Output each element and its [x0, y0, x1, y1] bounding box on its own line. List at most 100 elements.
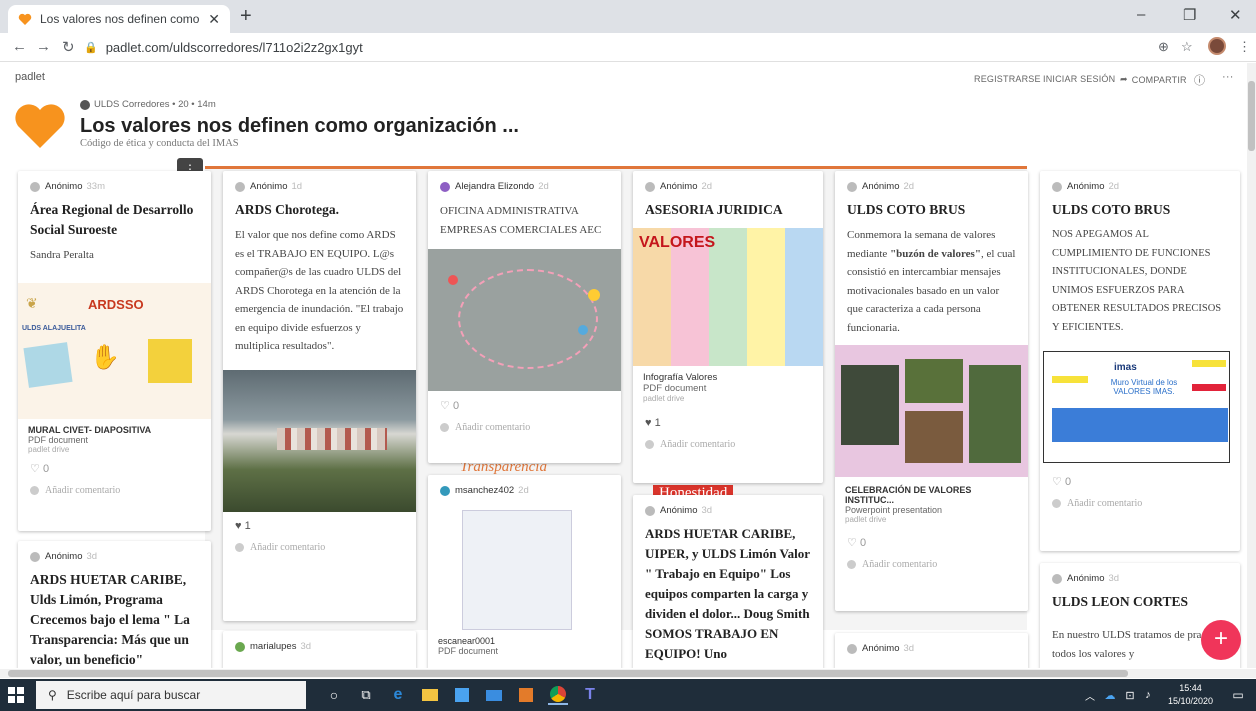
post-card-aec[interactable]: Alejandra Elizondo 2d OFICINA ADMINISTRAT…	[428, 171, 621, 463]
post-body: El valor que nos define como ARDS es el …	[235, 229, 404, 352]
like-count: 1	[654, 417, 661, 429]
commenter-avatar	[30, 485, 39, 495]
media-icon[interactable]	[516, 685, 536, 705]
post-card-anon[interactable]: Anónimo 3d	[835, 633, 1028, 668]
register-link[interactable]: REGISTRARSE	[974, 74, 1041, 84]
author-name: msanchez402	[455, 485, 515, 496]
minimize-button[interactable]: –	[1137, 6, 1145, 23]
post-card-chorotega[interactable]: Anónimo 1d ARDS Chorotega. El valor que n…	[223, 171, 416, 621]
add-comment[interactable]: Añadir comentario	[1040, 488, 1240, 519]
notifications-icon[interactable]: ▭	[1228, 685, 1248, 705]
login-link[interactable]: INICIAR SESIÓN	[1043, 74, 1115, 84]
post-card-asesoria-juridica[interactable]: Anónimo 2d ASESORIA JURIDICA VALORES Info…	[633, 171, 823, 483]
onedrive-icon[interactable]: ☁	[1100, 685, 1120, 705]
horizontal-scroll-thumb[interactable]	[8, 670, 1128, 677]
author-avatar	[1052, 573, 1062, 584]
like-count: 0	[1064, 476, 1072, 488]
post-attachment[interactable]: escanear0001 PDF document	[428, 630, 621, 656]
post-image-infographic[interactable]: VALORES	[633, 228, 823, 366]
like-button[interactable]: ♡ 0	[1040, 463, 1240, 488]
teams-icon[interactable]: T	[580, 685, 600, 705]
post-card-coto-brus-funciones[interactable]: Anónimo 2d ULDS COTO BRUS NOS APEGAMOS AL…	[1040, 171, 1240, 551]
windows-start-icon[interactable]	[8, 687, 24, 703]
bookmark-star-icon[interactable]: ☆	[1181, 39, 1193, 55]
cortana-icon[interactable]: ○	[324, 685, 344, 705]
media-tile-shape	[519, 688, 533, 702]
post-attachment[interactable]: CELEBRACIÓN DE VALORES INSTITUC... Powerp…	[835, 477, 1028, 524]
add-comment[interactable]: Añadir comentario	[633, 429, 823, 460]
author-name: Alejandra Elizondo	[455, 181, 535, 192]
post-card-huetar-uiper[interactable]: Anónimo 3d ARDS HUETAR CARIBE, UIPER, y U…	[633, 495, 823, 668]
share-button[interactable]: ➦ COMPARTIR	[1120, 74, 1187, 85]
post-image[interactable]: ❦ ARDSSO ULDS ALAJUELITA ✋	[18, 282, 211, 419]
post-image-collage[interactable]	[835, 345, 1028, 477]
padlet-logo[interactable]: padlet	[15, 71, 45, 83]
maximize-button[interactable]: ❐	[1183, 6, 1196, 24]
lock-icon: 🔒	[84, 41, 98, 54]
post-time: 2d	[1108, 181, 1120, 192]
add-comment[interactable]: Añadir comentario	[835, 549, 1028, 580]
add-comment[interactable]: Añadir comentario	[428, 412, 621, 443]
author-name: Anónimo	[250, 181, 288, 192]
post-attachment[interactable]: Infografía Valores PDF document padlet dri…	[633, 366, 823, 403]
post-time: 3d	[86, 551, 98, 562]
install-icon[interactable]: ⊕	[1158, 39, 1169, 55]
collage-photo-shape	[905, 359, 963, 403]
tree-logo-icon: ❦	[26, 294, 38, 311]
close-window-button[interactable]: ✕	[1229, 6, 1242, 24]
help-icon[interactable]: ⓘ	[1194, 72, 1205, 88]
board-owner[interactable]: ULDS Corredores	[94, 99, 170, 110]
image-banner-shape	[1052, 408, 1228, 442]
add-comment[interactable]: Añadir comentario	[18, 475, 211, 506]
vertical-scroll-thumb[interactable]	[1248, 81, 1255, 151]
taskbar-search[interactable]: ⚲ Escribe aquí para buscar	[36, 681, 306, 709]
edge-icon[interactable]: e	[388, 685, 408, 705]
clock-date: 15/10/2020	[1168, 696, 1214, 706]
add-comment-label: Añadir comentario	[862, 559, 938, 570]
post-card-marialupes[interactable]: marialupes 3d	[223, 631, 416, 668]
post-attachment[interactable]: MURAL CIVET- DIAPOSITIVA PDF document padl…	[18, 419, 211, 454]
tray-chevron-icon[interactable]: ︿	[1080, 685, 1100, 705]
like-button[interactable]: ♥ 1	[633, 403, 823, 429]
post-card-coto-brus-buzon[interactable]: Anónimo 2d ULDS COTO BRUS Conmemora la se…	[835, 171, 1028, 611]
browser-menu-icon[interactable]: ⋮	[1238, 39, 1251, 55]
post-author: Anónimo 3d	[835, 633, 1028, 654]
post-image-values-wall[interactable]	[428, 249, 621, 391]
url-text: padlet.com/uldscorredores/l711o2i2z2gx1g…	[105, 39, 363, 55]
file-explorer-icon[interactable]	[420, 685, 440, 705]
post-card-huetar-caribe[interactable]: Anónimo 3d ARDS HUETAR CARIBE, Ulds Limón…	[18, 541, 211, 668]
like-button[interactable]: ♡ 0	[835, 524, 1028, 549]
add-comment[interactable]: Añadir comentario	[223, 532, 416, 563]
browser-tab[interactable]: Los valores nos definen como or ✕	[8, 5, 230, 33]
vertical-scrollbar[interactable]	[1247, 63, 1256, 668]
taskbar-clock[interactable]: 15:44 15/10/2020	[1168, 682, 1213, 708]
post-image-scan[interactable]	[462, 510, 572, 630]
forward-arrow-icon[interactable]: →	[36, 38, 51, 55]
address-bar[interactable]: 🔒 padlet.com/uldscorredores/l711o2i2z2gx…	[84, 36, 1154, 58]
horizontal-scrollbar[interactable]	[0, 669, 1256, 678]
tab-close-icon[interactable]: ✕	[208, 11, 220, 28]
post-card-msanchez402[interactable]: msanchez402 2d escanear0001 PDF document	[428, 475, 621, 668]
post-card-ardsso[interactable]: Anónimo 33m Área Regional de Desarrollo S…	[18, 171, 211, 531]
back-arrow-icon[interactable]: ←	[12, 38, 27, 55]
reload-icon[interactable]: ↻	[62, 38, 75, 56]
like-button[interactable]: ♡ 0	[18, 454, 211, 475]
task-view-icon[interactable]: ⧉	[356, 685, 376, 705]
browser-toolbar: ← → ↻ 🔒 padlet.com/uldscorredores/l711o2…	[0, 33, 1256, 62]
author-name: marialupes	[250, 641, 297, 652]
post-author: Anónimo 3d	[1040, 563, 1240, 584]
like-button[interactable]: ♡ 0	[428, 391, 621, 412]
post-image-muro-virtual[interactable]: imas Muro Virtual de los VALORES IMAS.	[1043, 351, 1230, 463]
mail-icon[interactable]	[484, 685, 504, 705]
network-icon[interactable]: ⊡	[1120, 685, 1140, 705]
store-icon[interactable]	[452, 685, 472, 705]
new-tab-button[interactable]: +	[240, 6, 252, 26]
post-image-team-photo[interactable]	[223, 369, 416, 512]
windows-taskbar: ⚲ Escribe aquí para buscar ○ ⧉ e T ︿ ☁ ⊡ …	[0, 679, 1256, 711]
add-post-button[interactable]: +	[1201, 620, 1241, 660]
like-button[interactable]: ♥ 1	[223, 512, 416, 532]
volume-icon[interactable]: ♪	[1138, 685, 1158, 705]
more-icon[interactable]: ···	[1222, 71, 1234, 83]
profile-avatar[interactable]	[1208, 37, 1226, 55]
chrome-icon[interactable]	[548, 685, 568, 705]
